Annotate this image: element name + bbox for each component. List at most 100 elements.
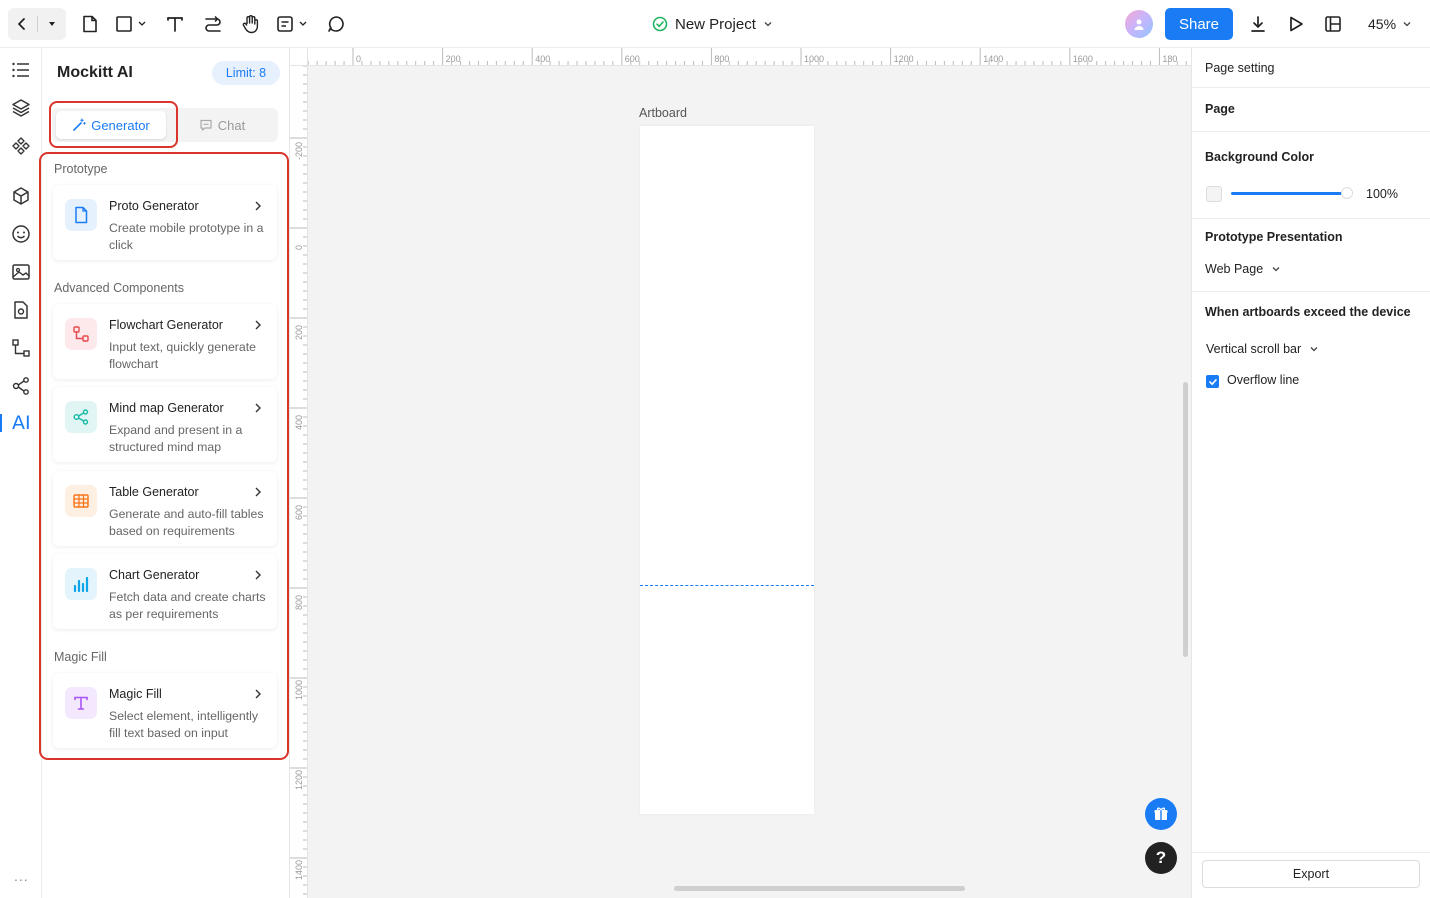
menu-dropdown-icon[interactable]	[38, 8, 67, 40]
page-section-title: Page	[1205, 102, 1235, 116]
help-button[interactable]: ?	[1145, 842, 1177, 874]
card-title: Chart Generator	[109, 568, 200, 582]
ai-mode-tabs: Generator Chat	[52, 108, 278, 142]
more-icon[interactable]: ...	[14, 868, 29, 884]
top-toolbar: New Project Share 45%	[0, 0, 1430, 48]
magic-wand-icon	[73, 118, 87, 131]
flowchart-icon[interactable]	[10, 337, 32, 359]
ruler-tick-label: 0	[356, 54, 362, 64]
document-plugin-icon[interactable]	[10, 299, 32, 321]
gift-button[interactable]	[1145, 798, 1177, 830]
card-title: Proto Generator	[109, 199, 199, 213]
vertical-ruler: -200 0 200 400 600 800 1000 1200 1400	[290, 66, 308, 898]
emoji-icon[interactable]	[10, 223, 32, 245]
mind-map-icon	[65, 401, 97, 433]
vertical-scrollbar[interactable]	[1183, 382, 1188, 657]
ruler-tick-label: 1400	[294, 859, 304, 880]
saved-check-icon	[652, 16, 668, 32]
zoom-control[interactable]: 45%	[1368, 12, 1412, 36]
scroll-mode-dropdown[interactable]: Vertical scroll bar	[1206, 342, 1319, 356]
chevron-down-icon	[764, 22, 772, 27]
tab-chat[interactable]: Chat	[170, 111, 274, 139]
section-prototype: Prototype	[54, 162, 108, 176]
card-description: Select element, intelligently fill text …	[109, 709, 259, 740]
component-tool-icon[interactable]	[276, 10, 310, 38]
design-canvas[interactable]: 0 200 400 600 800 1000 1200 1400 1600 180 -200 0 20…	[290, 48, 1191, 898]
proto-generator-card[interactable]: Proto Generator Create mobile prototype …	[53, 185, 277, 260]
background-color-swatch[interactable]	[1206, 186, 1222, 202]
chat-bubble-icon	[200, 119, 212, 131]
back-icon[interactable]	[8, 8, 37, 40]
mind-map-generator-card[interactable]: Mind map Generator Expand and present in…	[53, 387, 277, 462]
left-icon-rail: AI ...	[0, 48, 42, 898]
panel-title: Mockitt AI	[57, 64, 133, 81]
ruler-tick-label: 400	[294, 414, 304, 430]
page-tool-icon[interactable]	[80, 10, 100, 38]
link-tool-icon[interactable]	[202, 10, 224, 38]
project-title[interactable]: New Project	[652, 12, 773, 36]
ruler-tick-label: 1400	[983, 54, 1004, 64]
chevron-down-icon	[1272, 267, 1280, 272]
mockitt-ai-panel: Mockitt AI Limit: 8 Generator Chat Proto…	[39, 48, 290, 898]
hand-tool-icon[interactable]	[240, 10, 262, 38]
share-button[interactable]: Share	[1165, 8, 1233, 40]
prototype-presentation-label: Prototype Presentation	[1205, 230, 1343, 244]
flowchart-generator-card[interactable]: Flowchart Generator Input text, quickly …	[53, 304, 277, 379]
document-icon	[65, 199, 97, 231]
scroll-mode-value: Vertical scroll bar	[1206, 342, 1302, 356]
image-icon[interactable]	[10, 261, 32, 283]
chevron-right-icon	[253, 569, 263, 581]
card-description: Create mobile prototype in a click	[109, 221, 264, 252]
mind-map-icon[interactable]	[10, 375, 32, 397]
card-title: Table Generator	[109, 485, 199, 499]
presentation-dropdown[interactable]: Web Page	[1205, 262, 1281, 276]
text-tool-icon[interactable]	[165, 10, 185, 38]
rectangle-tool-icon[interactable]	[115, 10, 149, 38]
card-description: Expand and present in a structured mind …	[109, 423, 243, 454]
overflow-line-label[interactable]: Overflow line	[1227, 373, 1299, 387]
limit-badge: Limit: 8	[212, 61, 280, 85]
section-advanced-components: Advanced Components	[54, 281, 184, 295]
magic-fill-card[interactable]: Magic Fill Select element, intelligently…	[53, 673, 277, 748]
artboard-label[interactable]: Artboard	[639, 106, 687, 120]
play-preview-icon[interactable]	[1286, 10, 1306, 38]
section-magic-fill: Magic Fill	[54, 650, 107, 664]
card-title: Flowchart Generator	[109, 318, 223, 332]
layout-panel-icon[interactable]	[1323, 10, 1343, 38]
outline-list-icon[interactable]	[10, 59, 32, 81]
download-icon[interactable]	[1248, 10, 1268, 38]
chevron-right-icon	[253, 486, 263, 498]
export-button[interactable]: Export	[1202, 860, 1420, 888]
ai-tab[interactable]: AI	[12, 412, 31, 434]
presentation-value: Web Page	[1205, 262, 1264, 276]
layers-icon[interactable]	[10, 97, 32, 119]
tab-generator-label: Generator	[91, 117, 150, 133]
card-title: Mind map Generator	[109, 401, 224, 415]
background-color-label: Background Color	[1205, 150, 1315, 164]
cube-icon[interactable]	[10, 185, 32, 207]
horizontal-scrollbar[interactable]	[674, 886, 965, 891]
card-title: Magic Fill	[109, 687, 162, 701]
horizontal-ruler: 0 200 400 600 800 1000 1200 1400 1600 180	[308, 48, 1191, 66]
opacity-slider-track[interactable]	[1231, 192, 1342, 195]
gift-icon	[1154, 807, 1168, 820]
project-name: New Project	[675, 15, 756, 33]
chevron-right-icon	[253, 402, 263, 414]
overflow-line-checkbox[interactable]	[1206, 375, 1219, 388]
artboard[interactable]	[640, 126, 814, 814]
ruler-tick-label: 800	[294, 594, 304, 610]
back-button-group[interactable]	[8, 8, 66, 40]
comment-tool-icon[interactable]	[326, 10, 346, 38]
zoom-level: 45%	[1368, 16, 1397, 32]
chevron-down-icon	[1310, 347, 1318, 352]
card-description: Input text, quickly generate flowchart	[109, 340, 256, 371]
table-generator-card[interactable]: Table Generator Generate and auto-fill t…	[53, 471, 277, 546]
chart-generator-card[interactable]: Chart Generator Fetch data and create ch…	[53, 554, 277, 629]
opacity-slider-handle[interactable]	[1341, 187, 1353, 199]
components-icon[interactable]	[10, 135, 32, 157]
card-description: Generate and auto-fill tables based on r…	[109, 507, 264, 538]
ruler-tick-label: 1000	[294, 679, 304, 700]
tab-generator[interactable]: Generator	[56, 111, 166, 139]
avatar[interactable]	[1125, 10, 1153, 38]
opacity-value[interactable]: 100%	[1366, 187, 1398, 201]
